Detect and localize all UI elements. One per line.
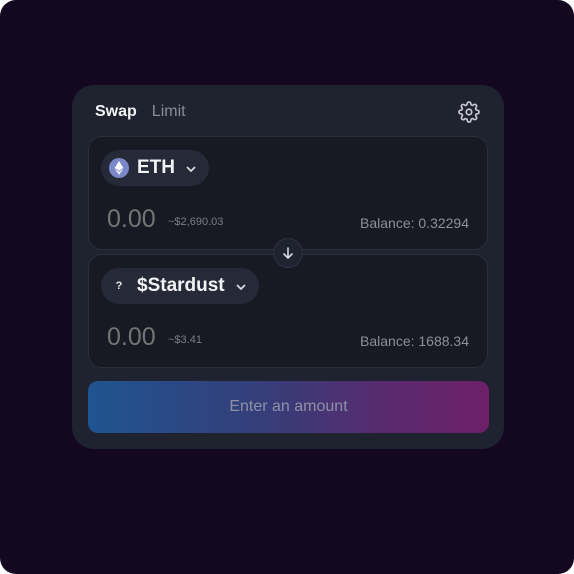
buy-balance: Balance: 1688.34 [360,333,469,349]
sell-usd-value: ~$2,690.03 [168,216,224,228]
swap-tabs: Swap Limit [95,103,186,121]
eth-icon [109,158,129,178]
flip-direction-button[interactable] [273,238,303,268]
sell-balance: Balance: 0.32294 [360,215,469,231]
sell-token-symbol: ETH [137,157,175,178]
buy-amount-input[interactable] [107,323,167,352]
buy-panel: ? $Stardust ~$3.41 Balance: 1688.34 [88,254,488,368]
tab-swap[interactable]: Swap [95,103,137,121]
enter-amount-button[interactable]: Enter an amount [88,381,489,433]
swap-widget: Swap Limit ETH 0.00 ~$2,690.03 Balance: … [72,85,504,449]
buy-usd-value: ~$3.41 [168,334,202,346]
sell-token-selector[interactable]: ETH [101,150,209,186]
gear-icon[interactable] [458,101,480,123]
unknown-token-icon: ? [115,280,123,292]
buy-token-selector[interactable]: ? $Stardust [101,268,259,304]
sell-panel: ETH ~$2,690.03 Balance: 0.32294 [88,136,488,250]
app-background: Swap Limit ETH 0.00 ~$2,690.03 Balance: … [0,0,574,574]
buy-token-symbol: $Stardust [137,275,225,296]
chevron-down-icon [235,280,247,292]
sell-amount-input[interactable] [107,205,167,234]
tab-limit[interactable]: Limit [152,103,186,121]
chevron-down-icon [185,162,197,174]
arrow-down-icon [283,247,293,259]
